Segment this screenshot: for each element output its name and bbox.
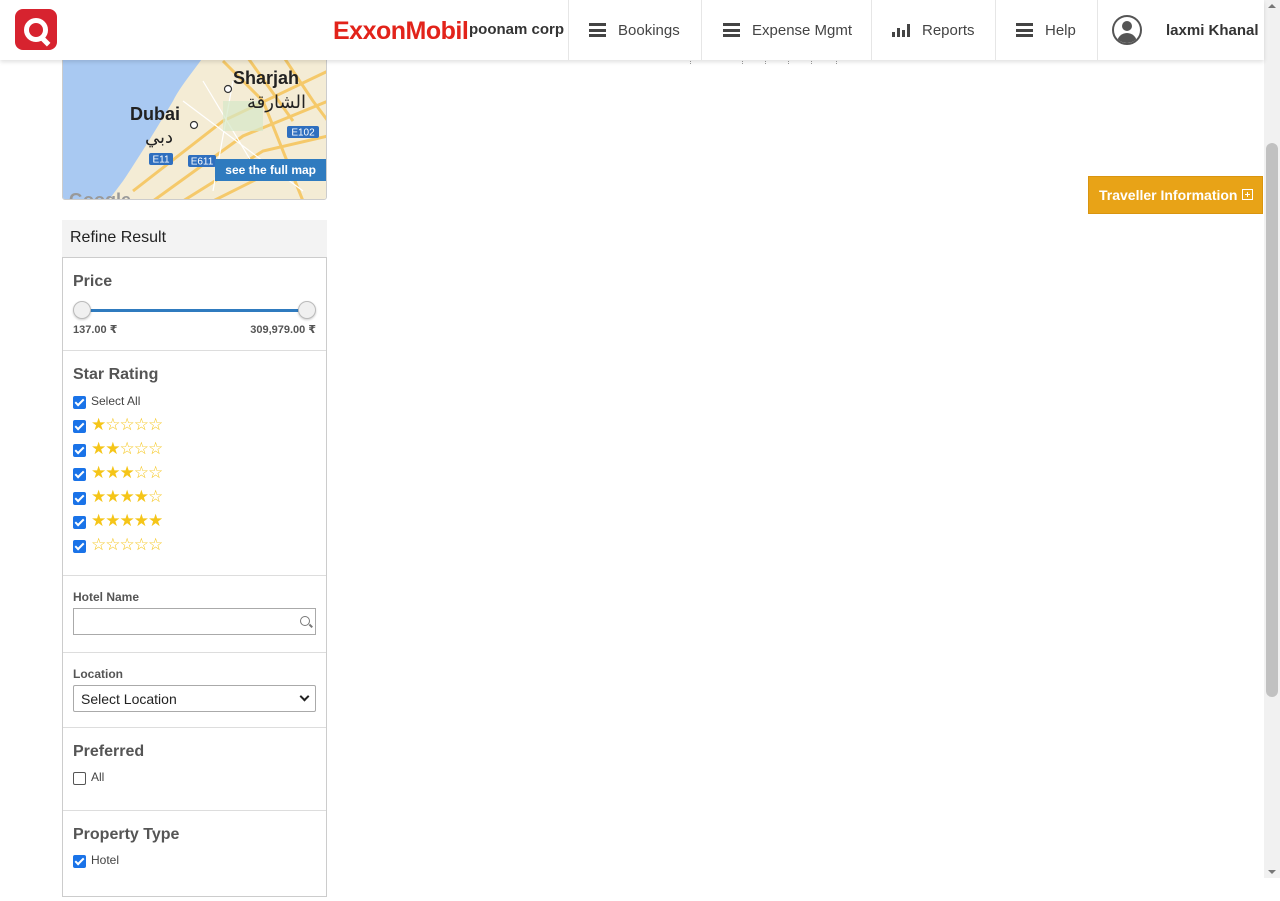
star-rating-option[interactable]: ★★★☆☆ [73, 461, 316, 485]
star-rating-option[interactable]: ★☆☆☆☆ [73, 413, 316, 437]
hotel-name-section: Hotel Name [63, 576, 326, 653]
user-menu[interactable]: laxmi Khanal [1097, 0, 1264, 60]
star-rating-checkbox[interactable] [73, 491, 86, 505]
user-avatar-icon [1112, 15, 1142, 45]
nav-help-label: Help [1045, 21, 1076, 39]
location-section: Location Select Location [63, 653, 326, 728]
brand-logo: ExxonMobil [333, 17, 469, 45]
select-all-label: Select All [91, 394, 141, 408]
scroll-up-arrow-icon[interactable] [1268, 4, 1276, 8]
traveller-information-label: Traveller Information [1099, 187, 1238, 203]
location-title: Location [73, 667, 123, 681]
preferred-title: Preferred [73, 743, 145, 760]
map-label-dubai: Dubai [130, 104, 180, 124]
nav-expense-mgmt[interactable]: Expense Mgmt [701, 0, 872, 60]
price-min-handle[interactable] [73, 301, 91, 319]
property-type-section: Property Type Hotel [63, 811, 326, 901]
hotel-name-field[interactable] [73, 608, 316, 635]
star-rating-checkbox[interactable] [73, 467, 86, 481]
star-rating-section: Star Rating Select All ★☆☆☆☆ ★★☆☆☆ ★★★☆☆ ★★… [63, 351, 326, 576]
price-section: Price 137.00 ₹ 309,979.00 ₹ [63, 258, 326, 351]
location-select[interactable]: Select Location [73, 685, 316, 712]
reports-icon [892, 23, 910, 37]
menu-icon [1016, 23, 1033, 37]
refine-panel: Price 137.00 ₹ 309,979.00 ₹ Star Rating … [62, 257, 327, 897]
see-full-map-button[interactable]: see the full map [215, 159, 326, 181]
star-rating-title: Star Rating [73, 366, 159, 383]
map-label-sharjah-ar: الشارقة [247, 92, 306, 113]
user-name: laxmi Khanal [1166, 21, 1259, 39]
map-preview[interactable]: Sharjah الشارقة Dubai دبي E102 E11 E611 … [62, 40, 327, 200]
nav-reports[interactable]: Reports [871, 0, 996, 60]
star-select-all[interactable]: Select All [73, 389, 316, 413]
menu-icon [589, 23, 606, 37]
property-hotel-checkbox[interactable] [73, 854, 86, 868]
google-logo: Google [69, 190, 131, 200]
star-rating-option[interactable]: ★★☆☆☆ [73, 437, 316, 461]
corp-name: poonam corp [469, 21, 565, 38]
top-navbar: ExxonMobil poonam corp Bookings Expense … [0, 0, 1264, 60]
app-logo[interactable] [15, 9, 57, 50]
select-all-checkbox[interactable] [73, 395, 86, 409]
nav-help[interactable]: Help [995, 0, 1098, 60]
star-rating-stars: ★★★★☆ [91, 486, 163, 507]
scroll-down-arrow-icon[interactable] [1268, 870, 1276, 874]
map-road-e11: E11 [152, 155, 169, 166]
price-slider-track [81, 309, 308, 312]
star-rating-checkbox[interactable] [73, 539, 86, 553]
q-logo-icon [24, 17, 48, 42]
price-title: Price [73, 273, 113, 290]
map-label-sharjah: Sharjah [233, 68, 299, 88]
preferred-all-label: All [91, 770, 105, 784]
preferred-section: Preferred All [63, 728, 326, 811]
star-rating-checkbox[interactable] [73, 443, 86, 457]
star-rating-checkbox[interactable] [73, 419, 86, 433]
price-slider[interactable] [73, 301, 316, 321]
hotel-name-title: Hotel Name [73, 590, 140, 604]
map-road-e611: E611 [191, 157, 214, 168]
price-min-value: 137.00 ₹ [73, 324, 118, 336]
nav-bookings-label: Bookings [618, 21, 680, 39]
expand-plus-icon [1242, 189, 1253, 200]
search-icon[interactable] [300, 616, 310, 626]
traveller-information-button[interactable]: Traveller Information [1088, 176, 1263, 214]
star-rating-stars: ★☆☆☆☆ [91, 414, 163, 435]
property-type-title: Property Type [73, 826, 180, 843]
property-hotel-option[interactable]: Hotel [73, 848, 316, 872]
star-rating-option[interactable]: ★★★★★ [73, 509, 316, 533]
nav-reports-label: Reports [922, 21, 975, 39]
location-selected: Select Location [81, 690, 177, 707]
page-scrollbar[interactable] [1264, 0, 1280, 878]
star-rating-option[interactable]: ★★★★☆ [73, 485, 316, 509]
preferred-all-option[interactable]: All [73, 765, 316, 789]
star-rating-stars: ★★☆☆☆ [91, 438, 163, 459]
chevron-down-icon [299, 691, 310, 702]
preferred-all-checkbox[interactable] [73, 771, 86, 785]
menu-icon [723, 23, 740, 37]
star-rating-checkbox[interactable] [73, 515, 86, 529]
hotel-name-input[interactable] [74, 609, 315, 634]
star-rating-stars: ★★★★★ [91, 510, 163, 531]
star-rating-option[interactable]: ☆☆☆☆☆ [73, 533, 316, 557]
price-max-handle[interactable] [298, 301, 316, 319]
star-rating-stars: ☆☆☆☆☆ [91, 534, 163, 555]
refine-result-title: Refine Result [62, 220, 327, 257]
scrollbar-thumb[interactable] [1266, 143, 1278, 697]
map-label-dubai-ar: دبي [145, 127, 173, 148]
property-hotel-label: Hotel [91, 853, 120, 867]
nav-expense-label: Expense Mgmt [752, 21, 853, 39]
nav-bookings[interactable]: Bookings [568, 0, 702, 60]
star-rating-stars: ★★★☆☆ [91, 462, 163, 483]
map-road-e102: E102 [291, 128, 315, 139]
price-max-value: 309,979.00 ₹ [250, 324, 316, 336]
